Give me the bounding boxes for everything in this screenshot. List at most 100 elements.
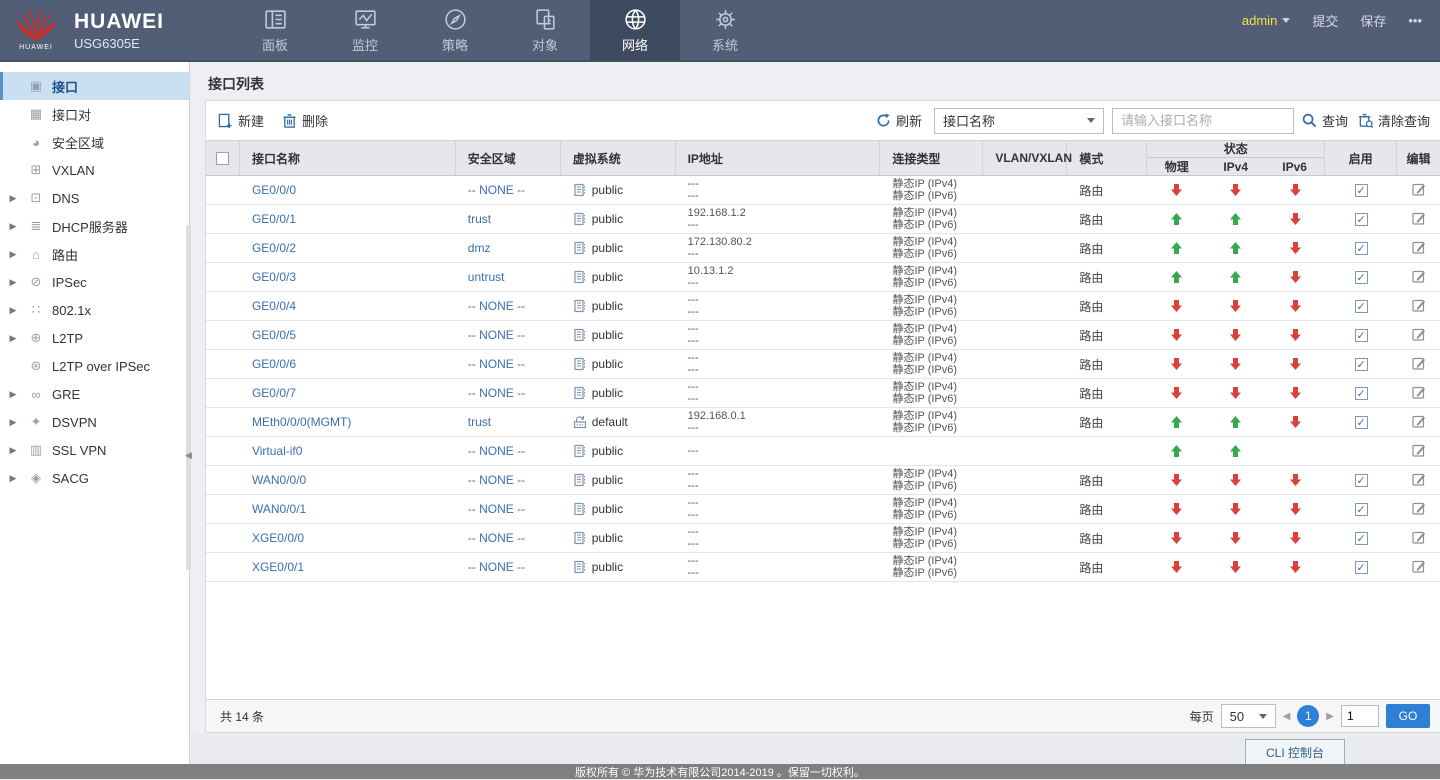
interface-name-link[interactable]: GE0/0/5 bbox=[252, 328, 296, 342]
enable-checkbox[interactable]: ✓ bbox=[1354, 270, 1368, 284]
security-zone-link[interactable]: -- NONE -- bbox=[468, 473, 525, 487]
interface-name-link[interactable]: XGE0/0/0 bbox=[252, 531, 304, 545]
enable-checkbox[interactable]: ✓ bbox=[1354, 241, 1368, 255]
security-zone-link[interactable]: -- NONE -- bbox=[468, 502, 525, 516]
search-input[interactable] bbox=[1111, 107, 1294, 134]
interface-name-link[interactable]: GE0/0/1 bbox=[252, 212, 296, 226]
admin-menu[interactable]: admin bbox=[1242, 13, 1291, 28]
select-all-checkbox[interactable] bbox=[215, 151, 229, 165]
tab-对象[interactable]: 对象 bbox=[500, 0, 590, 61]
security-zone-link[interactable]: -- NONE -- bbox=[468, 531, 525, 545]
delete-button[interactable]: 删除 bbox=[282, 111, 328, 130]
edit-button[interactable] bbox=[1411, 530, 1426, 547]
edit-button[interactable] bbox=[1411, 327, 1426, 344]
edit-button[interactable] bbox=[1411, 356, 1426, 373]
interface-name-link[interactable]: GE0/0/6 bbox=[252, 357, 296, 371]
enable-checkbox[interactable]: ✓ bbox=[1354, 328, 1368, 342]
sidebar-item-DNS[interactable]: ▶ ⊡ DNS bbox=[0, 184, 189, 212]
edit-button[interactable] bbox=[1411, 211, 1426, 228]
security-zone-link[interactable]: -- NONE -- bbox=[468, 444, 525, 458]
security-zone-link[interactable]: -- NONE -- bbox=[468, 560, 525, 574]
interface-name-link[interactable]: GE0/0/0 bbox=[252, 183, 296, 197]
sidebar-item-SACG[interactable]: ▶ ◈ SACG bbox=[0, 464, 189, 492]
edit-button[interactable] bbox=[1411, 559, 1426, 576]
interface-name-link[interactable]: WAN0/0/0 bbox=[252, 473, 306, 487]
go-button[interactable]: GO bbox=[1386, 704, 1430, 728]
enable-checkbox[interactable]: ✓ bbox=[1354, 502, 1368, 516]
sidebar-item-接口对[interactable]: ▦ 接口对 bbox=[0, 100, 189, 128]
edit-button[interactable] bbox=[1411, 414, 1426, 431]
enable-checkbox[interactable]: ✓ bbox=[1354, 531, 1368, 545]
security-zone-link[interactable]: -- NONE -- bbox=[468, 299, 525, 313]
sidebar-item-接口[interactable]: ▣ 接口 bbox=[0, 72, 189, 100]
interface-name-link[interactable]: XGE0/0/1 bbox=[252, 560, 304, 574]
physical-status bbox=[1147, 416, 1206, 428]
enable-checkbox[interactable]: ✓ bbox=[1354, 473, 1368, 487]
enable-checkbox[interactable]: ✓ bbox=[1354, 212, 1368, 226]
security-zone-link[interactable]: -- NONE -- bbox=[468, 183, 525, 197]
tab-策略[interactable]: 策略 bbox=[410, 0, 500, 61]
security-zone-link[interactable]: trust bbox=[468, 415, 491, 429]
edit-button[interactable] bbox=[1411, 385, 1426, 402]
sidebar-item-GRE[interactable]: ▶ ∞ GRE bbox=[0, 380, 189, 408]
sidebar-item-L2TP[interactable]: ▶ ⊕ L2TP bbox=[0, 324, 189, 352]
current-page-button[interactable]: 1 bbox=[1297, 705, 1320, 727]
edit-button[interactable] bbox=[1411, 298, 1426, 315]
tab-监控[interactable]: 监控 bbox=[320, 0, 410, 61]
edit-button[interactable] bbox=[1411, 182, 1426, 199]
interface-name-link[interactable]: Virtual-if0 bbox=[252, 444, 302, 458]
enable-checkbox[interactable]: ✓ bbox=[1354, 357, 1368, 371]
sidebar-item-DHCP服务器[interactable]: ▶ ≣ DHCP服务器 bbox=[0, 212, 189, 240]
per-page-select[interactable]: 50 bbox=[1220, 704, 1276, 728]
tab-系统[interactable]: 系统 bbox=[680, 0, 770, 61]
query-button[interactable]: 查询 bbox=[1302, 111, 1348, 130]
filter-field-select[interactable]: 接口名称 bbox=[933, 107, 1104, 134]
security-zone-link[interactable]: trust bbox=[468, 212, 491, 226]
interface-name-link[interactable]: WAN0/0/1 bbox=[252, 502, 306, 516]
sidebar-item-安全区域[interactable]: ◕ 安全区域 bbox=[0, 128, 189, 156]
chevron-down-icon bbox=[1258, 713, 1267, 719]
edit-button[interactable] bbox=[1411, 269, 1426, 286]
prev-page-icon[interactable]: ◀ bbox=[1283, 711, 1291, 722]
sidebar-item-SSL VPN[interactable]: ▶ ▥ SSL VPN bbox=[0, 436, 189, 464]
security-zone-link[interactable]: untrust bbox=[468, 270, 505, 284]
interface-name-link[interactable]: GE0/0/3 bbox=[252, 270, 296, 284]
tab-面板[interactable]: 面板 bbox=[230, 0, 320, 61]
security-zone-link[interactable]: -- NONE -- bbox=[468, 328, 525, 342]
commit-button[interactable]: 提交 bbox=[1312, 11, 1338, 30]
enable-checkbox[interactable]: ✓ bbox=[1354, 299, 1368, 313]
sidebar-item-IPSec[interactable]: ▶ ⊘ IPSec bbox=[0, 268, 189, 296]
tab-网络[interactable]: 网络 bbox=[590, 0, 680, 61]
clear-query-button[interactable]: 清除查询 bbox=[1358, 111, 1430, 130]
sidebar-item-802.1x[interactable]: ▶ ∷ 802.1x bbox=[0, 296, 189, 324]
more-menu-icon[interactable]: ••• bbox=[1408, 13, 1422, 28]
interface-name-link[interactable]: MEth0/0/0(MGMT) bbox=[252, 415, 351, 429]
security-zone-link[interactable]: dmz bbox=[468, 241, 491, 255]
interface-name-link[interactable]: GE0/0/4 bbox=[252, 299, 296, 313]
new-button[interactable]: 新建 bbox=[218, 111, 264, 130]
security-zone-link[interactable]: -- NONE -- bbox=[468, 357, 525, 371]
cli-console-button[interactable]: CLI 控制台 bbox=[1245, 739, 1345, 764]
ipv4-status bbox=[1206, 503, 1265, 515]
sidebar-item-VXLAN[interactable]: ⊞ VXLAN bbox=[0, 156, 189, 184]
next-page-icon[interactable]: ▶ bbox=[1326, 711, 1334, 722]
edit-button[interactable] bbox=[1411, 472, 1426, 489]
save-button[interactable]: 保存 bbox=[1360, 11, 1386, 30]
sidebar-item-路由[interactable]: ▶ ⌂ 路由 bbox=[0, 240, 189, 268]
goto-page-input[interactable] bbox=[1341, 705, 1379, 727]
enable-checkbox[interactable]: ✓ bbox=[1354, 183, 1368, 197]
expand-arrow-icon: ▶ bbox=[9, 416, 17, 427]
interface-name-link[interactable]: GE0/0/7 bbox=[252, 386, 296, 400]
enable-checkbox[interactable]: ✓ bbox=[1354, 415, 1368, 429]
enable-checkbox[interactable]: ✓ bbox=[1354, 560, 1368, 574]
security-zone-link[interactable]: -- NONE -- bbox=[468, 386, 525, 400]
enable-checkbox[interactable]: ✓ bbox=[1354, 386, 1368, 400]
sidebar-item-L2TP over IPSec[interactable]: ⊛ L2TP over IPSec bbox=[0, 352, 189, 380]
edit-button[interactable] bbox=[1411, 501, 1426, 518]
interface-name-link[interactable]: GE0/0/2 bbox=[252, 241, 296, 255]
edit-button[interactable] bbox=[1411, 240, 1426, 257]
sidebar-item-DSVPN[interactable]: ▶ ✦ DSVPN bbox=[0, 408, 189, 436]
table-row: MEth0/0/0(MGMT) trust default 192.168.0.1 --… bbox=[206, 408, 1440, 437]
edit-button[interactable] bbox=[1411, 443, 1426, 460]
refresh-button[interactable]: 刷新 bbox=[876, 111, 922, 130]
